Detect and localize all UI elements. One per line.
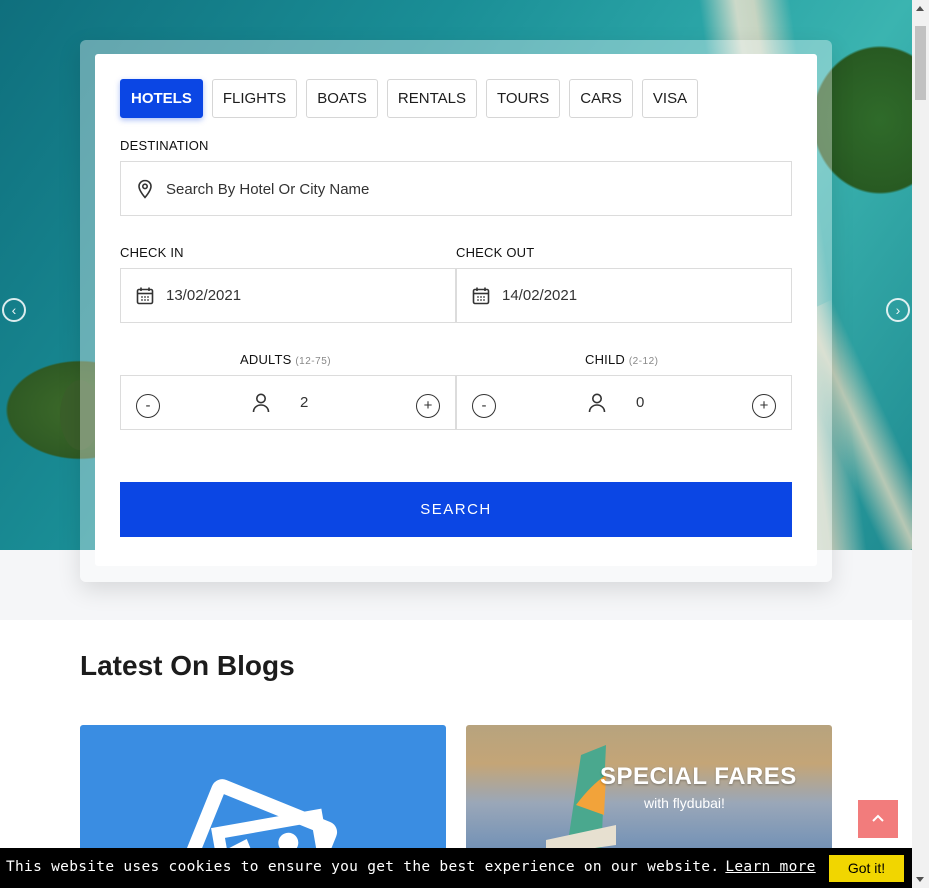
tab-rentals[interactable]: RENTALS [386, 79, 477, 118]
adults-range: (12-75) [295, 356, 332, 367]
blog-card-2-subtitle: with flydubai! [644, 795, 725, 811]
checkout-label: CHECK OUT [456, 245, 535, 260]
page-scrollbar[interactable] [912, 0, 929, 888]
blogs-section-title: Latest On Blogs [80, 650, 295, 681]
calendar-icon [136, 287, 154, 305]
checkout-value: 14/02/2021 [502, 287, 578, 304]
user-icon [588, 393, 606, 413]
child-label: CHILD (2-12) [585, 352, 659, 367]
chevron-up-icon [872, 814, 884, 822]
adults-plus-button[interactable]: + [416, 394, 440, 418]
cookie-accept-button[interactable]: Got it! [829, 855, 904, 882]
destination-field[interactable] [120, 161, 792, 216]
child-count: 0 [636, 394, 645, 411]
destination-label: DESTINATION [120, 138, 209, 153]
checkin-value: 13/02/2021 [166, 287, 242, 304]
scrollbar-thumb[interactable] [915, 26, 926, 100]
adults-label-text: ADULTS [240, 352, 292, 367]
tab-hotels[interactable]: HOTELS [120, 79, 203, 118]
cookie-message-line: This website uses cookies to ensure you … [6, 859, 816, 875]
destination-input[interactable] [166, 178, 726, 200]
blog-card-2-headline: SPECIAL FARES [600, 763, 797, 790]
search-tabs: HOTELS FLIGHTS BOATS RENTALS TOURS CARS … [120, 79, 699, 118]
scroll-down-arrow-icon[interactable] [916, 877, 924, 882]
user-icon [252, 393, 270, 413]
tab-boats[interactable]: BOATS [306, 79, 378, 118]
tab-cars[interactable]: CARS [569, 79, 633, 118]
search-button[interactable]: SEARCH [120, 482, 792, 537]
scroll-up-arrow-icon[interactable] [916, 6, 924, 11]
adults-label: ADULTS (12-75) [240, 352, 331, 367]
blog-card-1[interactable] [80, 725, 446, 855]
slider-prev-button[interactable]: ‹ [2, 298, 26, 322]
tab-visa[interactable]: VISA [641, 79, 699, 118]
tab-tours[interactable]: TOURS [486, 79, 561, 118]
slider-next-button[interactable]: › [886, 298, 910, 322]
image-placeholder-icon [180, 779, 338, 855]
cookie-message: This website uses cookies to ensure you … [6, 859, 720, 875]
checkout-field[interactable]: 14/02/2021 [456, 268, 792, 323]
child-minus-button[interactable]: - [472, 394, 496, 418]
checkin-label: CHECK IN [120, 245, 184, 260]
adults-minus-button[interactable]: - [136, 394, 160, 418]
tab-flights[interactable]: FLIGHTS [211, 79, 298, 118]
child-plus-button[interactable]: + [752, 394, 776, 418]
search-card: HOTELS FLIGHTS BOATS RENTALS TOURS CARS … [95, 54, 817, 566]
calendar-icon [472, 287, 490, 305]
child-label-text: CHILD [585, 352, 626, 367]
blog-card-2[interactable]: SPECIAL FARES with flydubai! [466, 725, 832, 855]
cookie-learn-more-link[interactable]: Learn more [725, 859, 815, 875]
airplane-tail-image [546, 745, 616, 855]
adults-stepper: - 2 + [120, 375, 456, 430]
child-range: (2-12) [628, 356, 659, 367]
scroll-to-top-button[interactable] [858, 800, 898, 838]
adults-count: 2 [300, 394, 309, 411]
checkin-field[interactable]: 13/02/2021 [120, 268, 456, 323]
cookie-banner: This website uses cookies to ensure you … [0, 848, 912, 888]
child-stepper: - 0 + [456, 375, 792, 430]
map-pin-icon [138, 179, 152, 199]
